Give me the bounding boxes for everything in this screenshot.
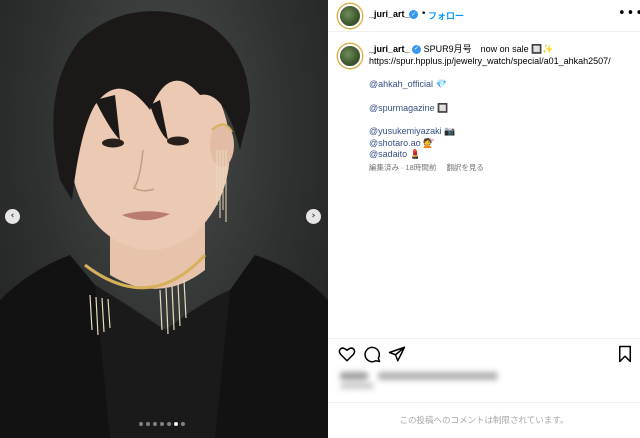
translate-button[interactable]: 翻訳を見る bbox=[446, 163, 484, 172]
lipstick-emoji: 💄 bbox=[409, 149, 421, 159]
comment-icon[interactable] bbox=[363, 345, 381, 363]
carousel-dot bbox=[146, 422, 150, 426]
header-separator: • bbox=[421, 9, 427, 19]
blurred-likes-info bbox=[340, 370, 510, 392]
post-time[interactable]: 18時間前 bbox=[406, 163, 437, 172]
gem-emoji: 💎 bbox=[435, 79, 447, 89]
post-caption: _juri_art_ ✓ SPUR9月号 now on sale 🔲✨ http… bbox=[369, 44, 631, 161]
square-emoji: 🔲 bbox=[437, 102, 449, 113]
edited-label: 編集済み bbox=[369, 163, 399, 172]
carousel-dot bbox=[153, 422, 157, 426]
carousel-next-button[interactable]: › bbox=[306, 209, 321, 224]
mention-spurmagazine-link[interactable]: @spurmagazine bbox=[369, 103, 435, 113]
carousel-prev-button[interactable]: ‹ bbox=[5, 209, 20, 224]
comments-restricted-notice: この投稿へのコメントは制限されています。 bbox=[328, 402, 640, 438]
caption-line1: SPUR9月号 now on sale bbox=[423, 44, 529, 54]
header-username[interactable]: _juri_art_ bbox=[369, 9, 410, 19]
caption-line1-emoji: 🔲✨ bbox=[531, 44, 554, 54]
camera-emoji: 📷 bbox=[444, 126, 456, 136]
caption-username[interactable]: _juri_art_ bbox=[369, 44, 410, 54]
mention-yusukemiyazaki-link[interactable]: @yusukemiyazaki bbox=[369, 126, 442, 136]
mention-sadaito-link[interactable]: @sadaito bbox=[369, 149, 407, 159]
haircut-emoji: 💇 bbox=[423, 137, 435, 148]
post-header: _juri_art_ ✓ • フォロー ••• bbox=[328, 0, 640, 32]
avatar[interactable] bbox=[338, 4, 362, 28]
meta-dot: · bbox=[401, 163, 404, 172]
caption-url: https://spur.hpplus.jp/jewelry_watch/spe… bbox=[369, 55, 611, 66]
caption-meta: 編集済み · 18時間前 翻訳を見る bbox=[369, 162, 484, 173]
mention-ahkah-link[interactable]: @ahkah_official bbox=[369, 79, 433, 89]
verified-badge-icon: ✓ bbox=[412, 45, 422, 55]
carousel-dot bbox=[174, 422, 178, 426]
caption-avatar[interactable] bbox=[338, 44, 362, 68]
verified-badge-icon: ✓ bbox=[409, 10, 418, 19]
chevron-right-icon: › bbox=[311, 211, 316, 221]
chevron-left-icon: ‹ bbox=[10, 211, 15, 221]
carousel-dot bbox=[181, 422, 185, 426]
follow-button[interactable]: フォロー bbox=[428, 9, 464, 22]
carousel-dot bbox=[167, 422, 171, 426]
share-icon[interactable] bbox=[388, 345, 406, 363]
carousel-indicator bbox=[139, 422, 185, 426]
post-side-panel: _juri_art_ ✓ • フォロー ••• _juri_art_ ✓ SPU… bbox=[328, 0, 640, 438]
more-options-icon[interactable]: ••• bbox=[618, 6, 640, 21]
portrait-illustration bbox=[0, 11, 328, 438]
mention-shotaro-link[interactable]: @shotaro.ao bbox=[369, 138, 421, 148]
post-photo[interactable]: ‹ › bbox=[0, 0, 328, 438]
carousel-dot bbox=[139, 422, 143, 426]
heart-icon[interactable] bbox=[338, 345, 356, 363]
bookmark-icon[interactable] bbox=[616, 345, 634, 363]
carousel-dot bbox=[160, 422, 164, 426]
action-bar bbox=[328, 338, 640, 368]
